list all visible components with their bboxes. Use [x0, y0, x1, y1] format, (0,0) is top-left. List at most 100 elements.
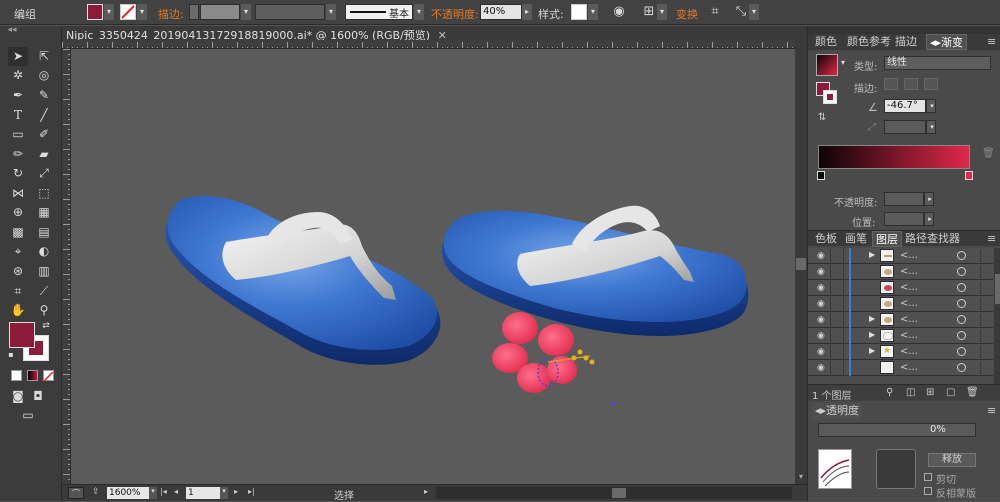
layer-name[interactable]: <...	[900, 346, 918, 357]
free-transform-tool-icon[interactable]: ⬚	[34, 184, 54, 203]
type-tool-icon[interactable]: T	[8, 106, 28, 125]
layer-name[interactable]: <...	[900, 282, 918, 293]
object-thumbnail[interactable]	[818, 449, 852, 489]
opacity-dropdown[interactable]: ▸	[522, 4, 532, 20]
target-circle-icon[interactable]	[957, 283, 966, 292]
fill-swatch[interactable]	[87, 4, 103, 20]
stroke-swatch[interactable]	[120, 4, 136, 20]
artboard-tool-icon[interactable]: ⌗	[8, 282, 28, 301]
blend-mode-select[interactable]	[818, 423, 976, 437]
layer-row[interactable]: ◉ <...	[808, 264, 993, 280]
h-scroll-thumb[interactable]	[612, 488, 626, 498]
layer-row[interactable]: ◉ ▶ <...	[808, 328, 993, 344]
target-circle-icon[interactable]	[957, 347, 966, 356]
artboard-dropdown[interactable]: ▾	[220, 487, 228, 499]
stroke-weight-dropdown[interactable]: ▾	[241, 4, 251, 20]
expand-triangle-icon[interactable]: ▶	[869, 330, 875, 339]
angle-dropdown[interactable]: ▾	[926, 99, 936, 113]
scale-tool-icon[interactable]: ⤢	[34, 164, 54, 183]
layer-row[interactable]: ◉ <...	[808, 296, 993, 312]
cc-libraries-icon[interactable]: ⌒	[68, 487, 84, 499]
horizontal-ruler[interactable]	[62, 40, 795, 49]
scroll-thumb[interactable]	[796, 258, 806, 270]
color-mode-icon[interactable]	[11, 370, 22, 381]
zoom-level-input[interactable]: 1600%	[107, 487, 149, 499]
selection-column[interactable]	[980, 282, 990, 294]
tab-color[interactable]: 颜色	[812, 34, 840, 50]
opacity-label[interactable]: 不透明度:	[431, 6, 479, 22]
direct-selection-tool-icon[interactable]: ⇱	[34, 47, 54, 66]
layer-name[interactable]: <...	[900, 362, 918, 373]
visibility-eye-icon[interactable]: ◉	[817, 283, 825, 293]
paintbrush-tool-icon[interactable]: ✐	[34, 125, 54, 144]
layers-menu-icon[interactable]: ≡	[984, 231, 999, 247]
selection-column[interactable]	[980, 330, 990, 342]
make-clipping-mask-icon[interactable]: ◫	[906, 387, 915, 398]
selection-column[interactable]	[980, 362, 990, 374]
zoom-tool-icon[interactable]: ⚲	[34, 301, 54, 320]
brush-profile-dropdown[interactable]: ▾	[414, 4, 424, 20]
reverse-gradient-icon[interactable]: ⇅	[818, 112, 826, 123]
lasso-tool-icon[interactable]: ◎	[34, 66, 54, 85]
artboard-number-input[interactable]: 1	[186, 487, 220, 499]
status-menu-icon[interactable]: ▸	[424, 487, 428, 496]
tab-layers[interactable]: 图层	[872, 231, 902, 247]
transform-link[interactable]: 变换	[676, 6, 698, 22]
visibility-eye-icon[interactable]: ◉	[817, 267, 825, 277]
clip-checkbox[interactable]	[924, 473, 932, 481]
layer-name[interactable]: <...	[900, 314, 918, 325]
lock-toggle[interactable]	[830, 328, 844, 344]
target-circle-icon[interactable]	[957, 251, 966, 260]
gradient-slider-bar[interactable]	[818, 145, 970, 169]
visibility-eye-icon[interactable]: ◉	[817, 363, 825, 373]
tab-pathfinder[interactable]: 路径查找器	[902, 231, 963, 247]
expand-triangle-icon[interactable]: ▶	[869, 250, 875, 259]
pencil-tool-icon[interactable]: ✏	[8, 145, 28, 164]
lock-toggle[interactable]	[830, 280, 844, 296]
symbol-sprayer-tool-icon[interactable]: ⊛	[8, 262, 28, 281]
position-input[interactable]	[884, 212, 924, 226]
selection-column[interactable]	[980, 266, 990, 278]
variable-width-select[interactable]	[255, 4, 325, 20]
fill-color-front[interactable]	[9, 322, 35, 348]
rectangle-tool-icon[interactable]: ▭	[8, 125, 28, 144]
selection-column[interactable]	[980, 346, 990, 358]
blend-tool-icon[interactable]: ◐	[34, 242, 54, 261]
aspect-ratio-dropdown[interactable]: ▾	[926, 120, 936, 134]
selection-column[interactable]	[980, 314, 990, 326]
visibility-eye-icon[interactable]: ◉	[817, 331, 825, 341]
mask-thumbnail[interactable]	[876, 449, 916, 489]
stroke-weight-input[interactable]	[200, 4, 240, 20]
layer-name[interactable]: <...	[900, 298, 918, 309]
aspect-ratio-input[interactable]	[884, 120, 926, 134]
horizontal-scrollbar[interactable]	[436, 487, 792, 499]
collapse-toolbar-icon[interactable]: ◂◂	[2, 25, 22, 35]
layer-row[interactable]: ◉ ▶ <...	[808, 248, 993, 264]
layer-row[interactable]: ◉ <...	[808, 360, 993, 376]
tab-stroke[interactable]: 描边	[892, 34, 920, 50]
target-circle-icon[interactable]	[957, 363, 966, 372]
selection-column[interactable]	[980, 298, 990, 310]
gradient-stroke-box[interactable]	[823, 90, 837, 104]
style-swatch[interactable]	[571, 4, 587, 20]
expand-triangle-icon[interactable]: ▶	[869, 314, 875, 323]
layers-scrollbar[interactable]	[994, 248, 1000, 384]
stroke-along-icon[interactable]	[904, 78, 918, 90]
isolate-group-icon[interactable]: ⌗	[707, 4, 723, 20]
tab-transparency[interactable]: ◂▸透明度	[812, 403, 863, 419]
tab-swatches[interactable]: 色板	[812, 231, 840, 247]
draw-mode-icon[interactable]: ◙	[8, 387, 28, 406]
new-layer-icon[interactable]: ▢	[946, 387, 955, 398]
lock-toggle[interactable]	[830, 360, 844, 376]
stroke-label[interactable]: 描边:	[158, 6, 184, 22]
target-circle-icon[interactable]	[957, 299, 966, 308]
shape-builder-tool-icon[interactable]: ⊕	[8, 203, 28, 222]
vertical-scrollbar[interactable]: ▾	[795, 40, 807, 484]
gradient-stop-end[interactable]	[965, 171, 973, 180]
transparency-opacity-value[interactable]: 0%	[930, 424, 946, 435]
share-icon[interactable]: ⇪	[92, 487, 100, 497]
arrange-dropdown[interactable]: ▾	[749, 4, 759, 20]
angle-input[interactable]: -46.7°	[884, 99, 926, 113]
brush-profile-select[interactable]: 基本	[345, 4, 413, 20]
gradient-opacity-dropdown[interactable]: ▸	[924, 192, 934, 206]
